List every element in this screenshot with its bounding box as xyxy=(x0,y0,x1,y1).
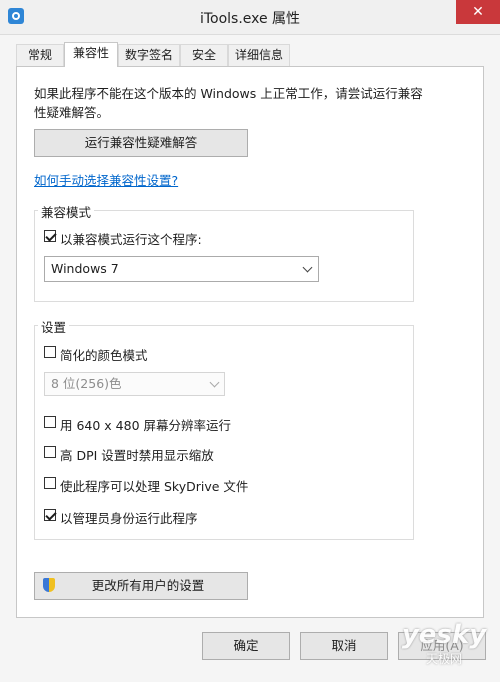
run-as-admin-label: 以管理员身份运行此程序 xyxy=(60,511,198,526)
chevron-down-icon xyxy=(302,262,313,273)
tab-general[interactable]: 常规 xyxy=(16,44,64,66)
title-bar: iTools.exe 属性 ✕ xyxy=(0,0,500,35)
manual-settings-link[interactable]: 如何手动选择兼容性设置? xyxy=(34,170,178,189)
tab-security[interactable]: 安全 xyxy=(180,44,228,66)
uac-shield-icon xyxy=(43,578,55,592)
res-640-label: 用 640 x 480 屏幕分辨率运行 xyxy=(60,418,232,433)
tab-details[interactable]: 详细信息 xyxy=(228,44,290,66)
intro-text: 如果此程序不能在这个版本的 Windows 上正常工作，请尝试运行兼容性疑难解答… xyxy=(34,86,423,120)
cancel-button[interactable]: 取消 xyxy=(300,632,388,660)
compat-mode-title: 兼容模式 xyxy=(38,202,95,221)
settings-title: 设置 xyxy=(38,317,70,336)
compat-mode-checkbox[interactable] xyxy=(44,230,56,242)
reduced-color-label: 简化的颜色模式 xyxy=(60,348,148,363)
run-troubleshooter-button[interactable]: 运行兼容性疑难解答 xyxy=(34,129,248,157)
close-button[interactable]: ✕ xyxy=(456,0,500,24)
dpi-scaling-checkbox[interactable] xyxy=(44,446,56,458)
reduced-color-checkbox[interactable] xyxy=(44,346,56,358)
compat-mode-label: 以兼容模式运行这个程序: xyxy=(60,232,202,247)
skydrive-checkbox[interactable] xyxy=(44,477,56,489)
color-depth-value: 8 位(256)色 xyxy=(51,376,122,391)
change-all-users-label: 更改所有用户的设置 xyxy=(91,578,205,593)
color-depth-select: 8 位(256)色 xyxy=(44,372,225,396)
dpi-scaling-label: 高 DPI 设置时禁用显示缩放 xyxy=(60,448,214,463)
run-as-admin-checkbox[interactable] xyxy=(44,509,56,521)
watermark: yesky 天极网 xyxy=(396,620,492,676)
close-icon: ✕ xyxy=(472,4,484,20)
watermark-subtitle: 天极网 xyxy=(425,652,462,666)
res-640-checkbox[interactable] xyxy=(44,416,56,428)
watermark-logo: yesky xyxy=(401,620,487,650)
chevron-down-icon xyxy=(209,377,220,388)
tab-compatibility[interactable]: 兼容性 xyxy=(64,42,118,67)
window-title: iTools.exe 属性 xyxy=(199,11,301,27)
tab-digital-signatures[interactable]: 数字签名 xyxy=(118,44,180,66)
ok-button[interactable]: 确定 xyxy=(202,632,290,660)
os-version-value: Windows 7 xyxy=(51,261,119,276)
change-all-users-button[interactable]: 更改所有用户的设置 xyxy=(34,572,248,600)
skydrive-label: 使此程序可以处理 SkyDrive 文件 xyxy=(60,479,249,494)
os-version-select[interactable]: Windows 7 xyxy=(44,256,319,282)
